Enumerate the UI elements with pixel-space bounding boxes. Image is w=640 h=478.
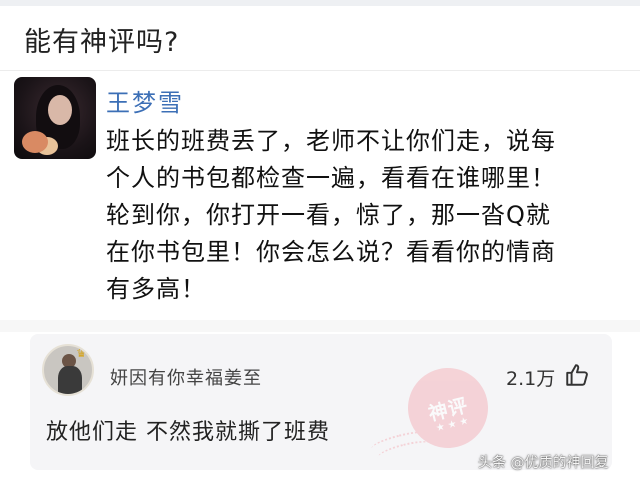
post-block: 王梦雪 班长的班费丢了，老师不让你们走，说每 个人的书包都检查一遍，看看在谁哪里… (0, 71, 640, 320)
top-comment-card[interactable]: 神评 ★ ★ ★ ♛ 妍因有你幸福姜至 2.1万 放他们走 不然我就撕了班费 (30, 334, 612, 470)
author-name[interactable]: 王梦雪 (106, 83, 184, 118)
top-separator (0, 0, 640, 6)
section-gap (0, 320, 640, 332)
question-title: 能有神评吗? (24, 27, 180, 58)
author-avatar[interactable] (14, 77, 96, 159)
post-line: 有多高！ (106, 275, 206, 303)
watermark: 头条 @优质的神回复 (478, 455, 609, 471)
commenter-name[interactable]: 妍因有你幸福姜至 (110, 364, 262, 390)
post-line: 轮到你，你打开一看，惊了，那一沓Q就 (106, 201, 551, 229)
commenter-avatar[interactable]: ♛ (42, 344, 94, 396)
post-line: 班长的班费丢了，老师不让你们走，说每 (106, 127, 556, 155)
comment-text: 放他们走 不然我就撕了班费 (46, 420, 330, 445)
thumbs-up-icon[interactable] (564, 362, 590, 388)
like-count: 2.1万 (506, 368, 556, 390)
post-line: 个人的书包都检查一遍，看看在谁哪里！ (106, 164, 556, 192)
crown-icon: ♛ (76, 346, 87, 360)
post-line: 在你书包里！你会怎么说？看看你的情商 (106, 238, 556, 266)
shenping-stamp: 神评 ★ ★ ★ (369, 359, 497, 465)
post-text: 班长的班费丢了，老师不让你们走，说每 个人的书包都检查一遍，看看在谁哪里！ 轮到… (106, 123, 626, 308)
